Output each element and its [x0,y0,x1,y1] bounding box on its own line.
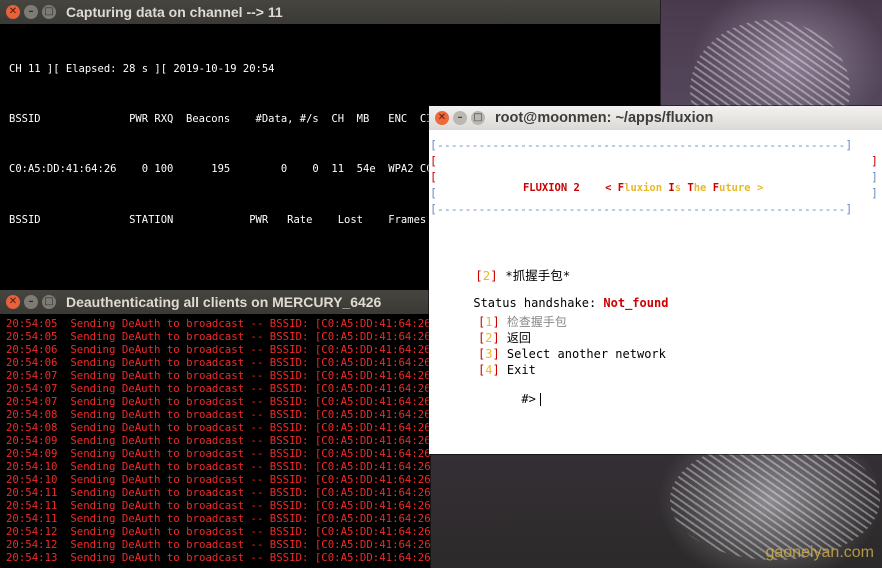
close-icon[interactable]: ✕ [435,111,449,125]
minimize-icon[interactable]: – [24,5,38,19]
deauth-titlebar[interactable]: ✕ – □ Deauthenticating all clients on ME… [0,290,430,314]
deauth-terminal[interactable]: 20:54:05 Sending DeAuth to broadcast -- … [0,314,430,568]
deauth-log-line: 20:54:11 Sending DeAuth to broadcast -- … [6,499,430,512]
fluxion-terminal[interactable]: [---------------------------------------… [429,130,882,454]
section-title: *抓握手包* [505,268,571,283]
deauth-log-line: 20:54:07 Sending DeAuth to broadcast -- … [6,382,430,395]
slogan-close: > [750,182,764,194]
minimize-icon[interactable]: – [24,295,38,309]
menu-item-label: 检查握手包 [506,315,567,329]
menu-item[interactable]: [1] 检查握手包 [478,314,666,330]
window-title: root@moonmen: ~/apps/fluxion [495,110,714,126]
menu-item[interactable]: [3] Select another network [478,346,666,362]
prompt: #> [521,392,536,406]
banner-left-bracket: [ [430,186,437,200]
banner-bottom: [---------------------------------------… [430,202,853,216]
menu-item[interactable]: [4] Exit [478,362,666,378]
deauth-log-line: 20:54:09 Sending DeAuth to broadcast -- … [6,447,430,460]
menu-item[interactable]: [2] 返回 [478,330,666,346]
banner-right-bracket: ] [871,170,878,184]
close-icon[interactable]: ✕ [6,5,20,19]
deauth-log-line: 20:54:05 Sending DeAuth to broadcast -- … [6,330,430,343]
menu-list: [1] 检查握手包 [2] 返回 [3] Select another networ… [478,314,666,378]
banner-name: FLUXION 2 [522,182,580,194]
banner-left-bracket: [ [430,154,437,168]
deauth-log-line: 20:54:13 Sending DeAuth to broadcast -- … [6,551,430,564]
maximize-icon[interactable]: □ [42,5,56,19]
minimize-icon[interactable]: – [453,111,467,125]
deauth-log-line: 20:54:11 Sending DeAuth to broadcast -- … [6,486,430,499]
deauth-log-line: 20:54:10 Sending DeAuth to broadcast -- … [6,473,430,486]
deauth-log-line: 20:54:06 Sending DeAuth to broadcast -- … [6,343,430,356]
maximize-icon[interactable]: □ [471,111,485,125]
deauth-log-line: 20:54:12 Sending DeAuth to broadcast -- … [6,538,430,551]
status-value: Not_found [603,296,669,310]
deauth-log-line: 20:54:07 Sending DeAuth to broadcast -- … [6,395,430,408]
window-title: Deauthenticating all clients on MERCURY_… [66,294,382,310]
status-label: Status handshake: [473,296,604,310]
menu-item-label: 返回 [506,331,531,345]
deauth-log-line: 20:54:05 Sending DeAuth to broadcast -- … [6,317,430,330]
deauth-log-line: 20:54:07 Sending DeAuth to broadcast -- … [6,369,430,382]
text-cursor [539,393,541,406]
banner-top: [---------------------------------------… [430,138,853,152]
menu-item-label: Exit [506,363,536,377]
deauth-log-line: 20:54:06 Sending DeAuth to broadcast -- … [6,356,430,369]
prompt-line[interactable]: #> [478,378,541,420]
fluxion-window[interactable]: ✕ – □ root@moonmen: ~/apps/fluxion [----… [429,106,882,454]
banner-right-bracket: ] [871,154,878,168]
deauth-log-line: 20:54:11 Sending DeAuth to broadcast -- … [6,512,430,525]
watermark: gaoneiyan.com [765,544,874,561]
banner-right-bracket: ] [871,186,878,200]
deauth-log-line: 20:54:08 Sending DeAuth to broadcast -- … [6,408,430,421]
deauth-log-line: 20:54:08 Sending DeAuth to broadcast -- … [6,421,430,434]
capture-titlebar[interactable]: ✕ – □ Capturing data on channel --> 11 [0,0,660,24]
banner-left-bracket: [ [430,170,437,184]
menu-item-label: Select another network [506,347,666,361]
deauth-log-line: 20:54:10 Sending DeAuth to broadcast -- … [6,460,430,473]
close-icon[interactable]: ✕ [6,295,20,309]
status-line: CH 11 ][ Elapsed: 28 s ][ 2019-10-19 20:… [9,63,275,75]
deauth-window[interactable]: ✕ – □ Deauthenticating all clients on ME… [0,290,430,568]
slogan-open: < [605,182,618,194]
deauth-log-line: 20:54:09 Sending DeAuth to broadcast -- … [6,434,430,447]
deauth-log-line: 20:54:12 Sending DeAuth to broadcast -- … [6,525,430,538]
window-title: Capturing data on channel --> 11 [66,4,283,20]
fluxion-titlebar[interactable]: ✕ – □ root@moonmen: ~/apps/fluxion [429,106,882,130]
feather-decoration [670,440,880,560]
maximize-icon[interactable]: □ [42,295,56,309]
